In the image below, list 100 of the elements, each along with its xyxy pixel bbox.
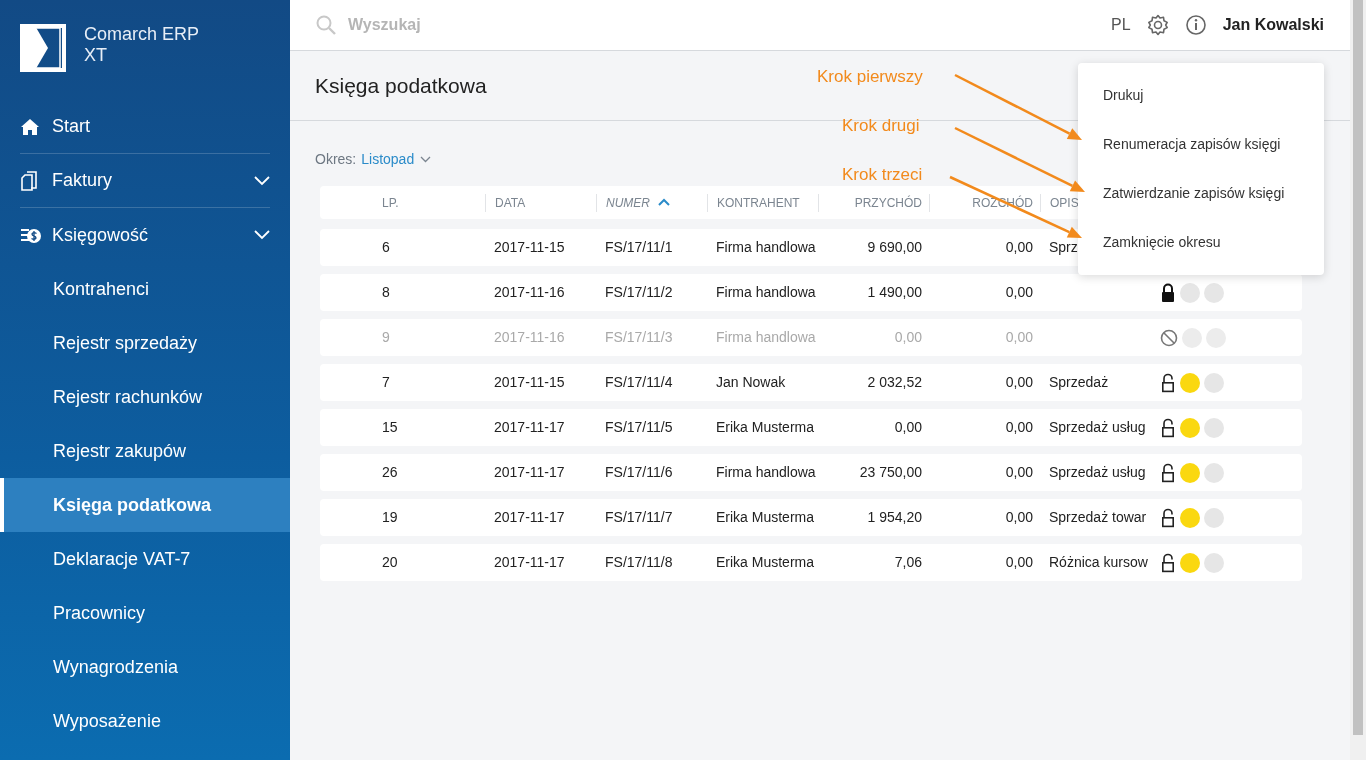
table-cell: 0,00 <box>894 419 922 435</box>
table-cell: FS/17/11/1 <box>605 239 673 255</box>
table-cell: Sprzedaż towar <box>1049 509 1147 525</box>
menu-item[interactable]: Renumeracja zapisów księgi <box>1078 120 1324 169</box>
table-cell: FS/17/11/3 <box>605 329 673 345</box>
info-icon <box>1184 14 1207 36</box>
table-cell: 2017-11-17 <box>494 554 565 570</box>
table-cell: 2017-11-15 <box>494 374 565 390</box>
table-cell: 15 <box>382 419 398 435</box>
table-cell: Firma handlowa <box>716 284 816 300</box>
status-dot <box>1204 552 1224 573</box>
table-cell: 1 954,20 <box>867 509 922 525</box>
column-header[interactable]: OPIS <box>1050 195 1079 210</box>
sidebar-subitem[interactable]: Wyposażenie <box>0 694 290 748</box>
table-cell: 23 750,00 <box>859 464 922 480</box>
menu-item[interactable]: Zatwierdzanie zapisów księgi <box>1078 169 1324 218</box>
table-cell: 6 <box>382 239 390 255</box>
status-dot <box>1204 372 1224 393</box>
table-cell: 19 <box>382 509 398 525</box>
sidebar-subitem[interactable]: Rejestr sprzedaży <box>0 316 290 370</box>
table-cell: 7,06 <box>894 554 922 570</box>
table-row[interactable]: 19 2017-11-17 FS/17/11/7 Erika Musterma 1 954,20 0,00 Sprzedaż towar <box>320 499 1302 536</box>
table-cell: 26 <box>382 464 398 480</box>
status-dot <box>1204 507 1224 528</box>
table-cell: Jan Nowak <box>716 374 786 390</box>
table-cell: 9 690,00 <box>867 239 922 255</box>
column-header[interactable]: KONTRAHENT <box>717 195 800 210</box>
table-cell: 2017-11-17 <box>494 419 565 435</box>
table-cell: Sprzedaż usług <box>1049 419 1146 435</box>
column-header[interactable]: NUMER <box>606 195 650 210</box>
table-cell: 0,00 <box>1005 239 1033 255</box>
table-cell: 0,00 <box>1005 554 1033 570</box>
table-row[interactable]: 26 2017-11-17 FS/17/11/6 Firma handlowa 23 750,00 0,00 Sprzedaż usług <box>320 454 1302 491</box>
table-cell: Firma handlowa <box>716 464 816 480</box>
table-cell: Firma handlowa <box>716 329 816 345</box>
app-edition: XT <box>84 45 108 66</box>
page-title: Księga podatkowa <box>315 72 487 99</box>
table-cell: 2017-11-16 <box>494 329 565 345</box>
table-cell: 0,00 <box>894 329 922 345</box>
table-cell: Sprzedaż <box>1049 374 1109 390</box>
document-icon <box>20 170 38 191</box>
table-cell: FS/17/11/2 <box>605 284 673 300</box>
search-field[interactable]: Wyszukaj <box>346 12 546 38</box>
status-dot <box>1204 462 1224 483</box>
annotation-label: Krok pierwszy <box>817 66 923 88</box>
column-header[interactable]: PRZYCHÓD <box>854 195 922 210</box>
table-row[interactable]: 8 2017-11-16 FS/17/11/2 Firma handlowa 1 490,00 0,00 <box>320 274 1302 311</box>
sidebar-subitem[interactable]: Pracownicy <box>0 586 290 640</box>
app-name: Comarch ERP <box>84 24 200 45</box>
menu-item[interactable]: Drukuj <box>1078 71 1324 120</box>
table-cell: 2017-11-15 <box>494 239 565 255</box>
annotation-label: Krok drugi <box>842 115 920 137</box>
column-header[interactable]: DATA <box>495 195 526 210</box>
language-selector[interactable]: PL <box>1111 13 1131 37</box>
search-icon <box>316 15 336 35</box>
table-cell: Erika Musterma <box>716 419 815 435</box>
sidebar-subitem[interactable]: Księga podatkowa <box>0 478 290 532</box>
table-cell: FS/17/11/6 <box>605 464 673 480</box>
home-icon <box>20 117 40 136</box>
status-dot <box>1204 417 1224 438</box>
table-cell: 0,00 <box>1005 374 1033 390</box>
table-cell: Erika Musterma <box>716 554 815 570</box>
table-cell: 2017-11-17 <box>494 509 565 525</box>
period-dropdown[interactable]: Listopad <box>361 149 415 170</box>
table-cell: FS/17/11/7 <box>605 509 673 525</box>
table-cell: FS/17/11/8 <box>605 554 673 570</box>
table-row[interactable]: 20 2017-11-17 FS/17/11/8 Erika Musterma 7,06 0,00 Różnica kursow <box>320 544 1302 581</box>
table-cell: FS/17/11/4 <box>605 374 673 390</box>
column-header[interactable]: LP. <box>382 195 399 210</box>
status-dot <box>1204 282 1224 303</box>
sidebar-item[interactable]: Księgowość <box>20 208 270 262</box>
table-cell: FS/17/11/5 <box>605 419 673 435</box>
sidebar-subitem[interactable]: Rejestr zakupów <box>0 424 290 478</box>
table-cell: 1 490,00 <box>867 284 922 300</box>
table-cell: 2017-11-17 <box>494 464 565 480</box>
table-cell: 2017-11-16 <box>494 284 565 300</box>
table-cell: 7 <box>382 374 390 390</box>
table-cell: Sprz <box>1049 239 1078 255</box>
scrollbar-thumb[interactable] <box>1353 0 1363 735</box>
table-cell: 0,00 <box>1005 419 1033 435</box>
sidebar-subitem[interactable]: Rejestr rachunków <box>0 370 290 424</box>
money-icon <box>20 226 42 244</box>
sidebar-subitem[interactable]: Kontrahenci <box>0 262 290 316</box>
sidebar-item[interactable]: Start <box>20 100 270 154</box>
scrollbar[interactable] <box>1350 0 1366 760</box>
table-cell: Sprzedaż usług <box>1049 464 1146 480</box>
table-row[interactable]: 7 2017-11-15 FS/17/11/4 Jan Nowak 2 032,52 0,00 Sprzedaż <box>320 364 1302 401</box>
period-label: Okres: <box>315 150 357 169</box>
sidebar-subitem[interactable]: Wynagrodzenia <box>0 640 290 694</box>
table-row[interactable]: 15 2017-11-17 FS/17/11/5 Erika Musterma 0,00 0,00 Sprzedaż usług <box>320 409 1302 446</box>
table-cell: 0,00 <box>1005 284 1033 300</box>
annotation-label: Krok trzeci <box>842 164 923 186</box>
sidebar-subitem[interactable]: Deklaracje VAT-7 <box>0 532 290 586</box>
sidebar-item[interactable]: Faktury <box>20 154 270 208</box>
chevron-down-icon <box>420 156 432 163</box>
table-cell: Firma handlowa <box>716 239 816 255</box>
table-cell: 0,00 <box>1005 329 1033 345</box>
table-cell: 0,00 <box>1005 464 1033 480</box>
user-name[interactable]: Jan Kowalski <box>1222 13 1324 37</box>
settings-icon <box>1146 14 1169 36</box>
